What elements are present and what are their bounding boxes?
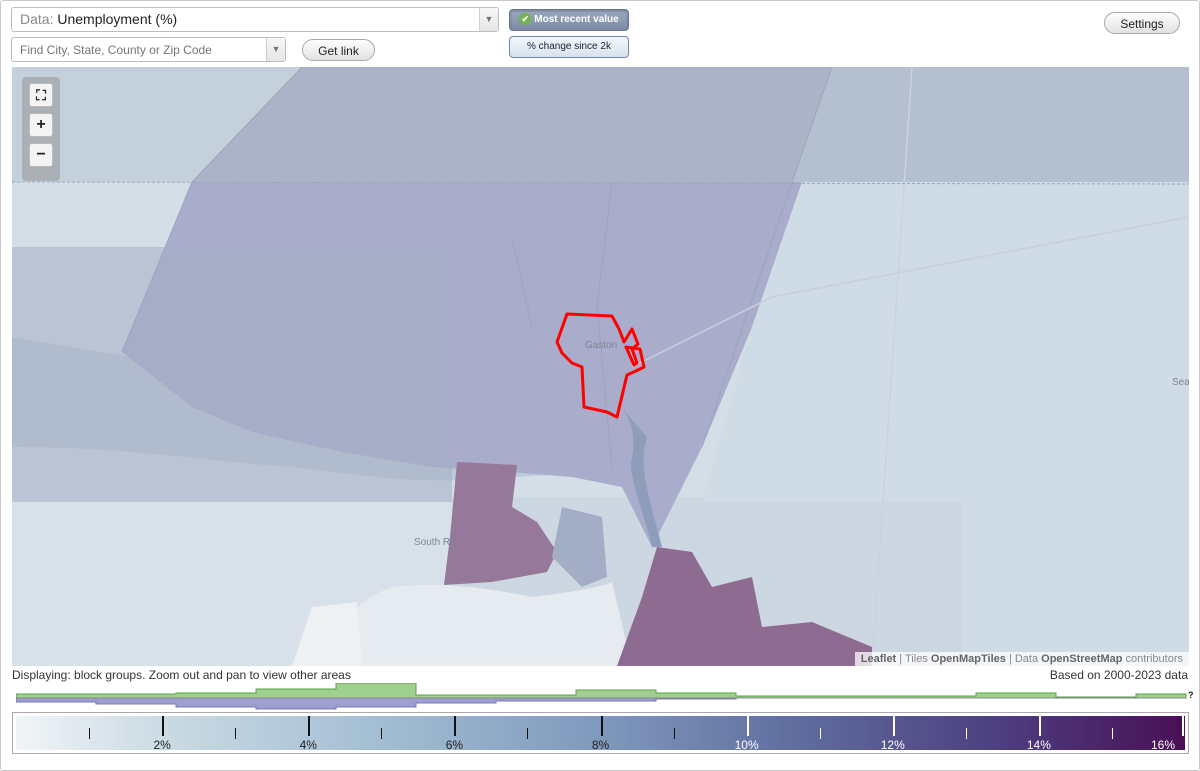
distribution-histogram [16, 683, 1187, 710]
legend-major-tick [162, 716, 165, 736]
legend-major-tick [454, 716, 457, 736]
edge-label: Sea [1172, 377, 1189, 388]
legend-gradient: 2% 4% 6% 8% 10% 12% 14% 16% [16, 716, 1185, 752]
legend-major-tick [308, 716, 311, 736]
data-range-text: Based on 2000-2023 data [1049, 668, 1188, 682]
legend-tick-label: 4% [299, 738, 317, 752]
block-group-left-box [12, 247, 452, 502]
help-icon[interactable]: ? [1188, 690, 1194, 700]
tiles-prefix: | Tiles [899, 653, 928, 665]
legend-major-tick [1038, 716, 1041, 736]
location-search[interactable]: ▼ [11, 37, 286, 62]
data-selector-prefix: Data: [20, 11, 54, 27]
openmaptiles-link[interactable]: OpenMapTiles [931, 653, 1006, 665]
percent-change-toggle[interactable]: % change since 2k [509, 36, 629, 58]
legend-minor-tick [235, 728, 237, 739]
chevron-down-icon[interactable]: ▼ [479, 8, 498, 31]
data-selector[interactable]: Data: Unemployment (%) ▼ [11, 7, 499, 32]
map-canvas[interactable]: ⛶ + − Gaston South Ro Sea Leaflet | Tile… [12, 67, 1189, 666]
histogram-local [16, 697, 737, 710]
legend-minor-tick [965, 728, 967, 739]
map-layer [12, 67, 1189, 666]
legend-minor-tick [1111, 728, 1113, 739]
legend-tick-label: 12% [880, 738, 905, 752]
checkmark-icon: ✔ [519, 13, 532, 26]
get-link-button[interactable]: Get link [302, 39, 375, 61]
legend-tick-label: 6% [445, 738, 464, 752]
openstreetmap-link[interactable]: OpenStreetMap [1041, 653, 1122, 665]
zoom-out-button[interactable]: − [29, 143, 53, 167]
histogram-state [16, 683, 1187, 699]
legend-minor-tick [89, 728, 91, 739]
legend-minor-tick [381, 728, 383, 739]
legend-major-tick [892, 716, 895, 736]
legend-major-tick [600, 716, 603, 736]
data-prefix: | Data [1008, 653, 1039, 665]
legend-tick-label: 14% [1026, 738, 1051, 752]
light-area-bottom [339, 582, 632, 666]
zoom-in-button[interactable]: + [29, 113, 53, 137]
zoom-control: ⛶ + − [22, 77, 60, 181]
settings-button[interactable]: Settings [1104, 12, 1180, 34]
legend-major-tick [1182, 716, 1184, 736]
leaflet-link[interactable]: Leaflet [861, 653, 896, 665]
legend-tick-label: 8% [591, 738, 610, 752]
block-group-north [192, 67, 832, 182]
color-legend: 2% 4% 6% 8% 10% 12% 14% 16% [12, 712, 1189, 754]
legend-minor-tick [673, 728, 675, 739]
most-recent-value-toggle[interactable]: ✔ Most recent value [509, 9, 629, 31]
city-label: Gaston [585, 340, 618, 351]
legend-tick-label: 10% [734, 738, 759, 752]
legend-minor-tick [527, 728, 529, 739]
legend-minor-tick [819, 728, 821, 739]
most-recent-value-label: Most recent value [534, 14, 619, 25]
contributors-text: contributors [1125, 653, 1183, 665]
percent-change-label: % change since 2k [527, 41, 611, 52]
data-selector-value: Unemployment (%) [57, 11, 178, 27]
legend-major-tick [746, 716, 749, 736]
search-input[interactable] [12, 38, 262, 62]
legend-tick-label: 16% [1150, 738, 1176, 752]
legend-tick-label: 2% [153, 738, 171, 752]
fullscreen-button[interactable]: ⛶ [29, 83, 53, 107]
chevron-down-icon[interactable]: ▼ [266, 38, 285, 61]
displaying-text: Displaying: block groups. Zoom out and p… [12, 668, 351, 682]
town-label: South Ro [414, 537, 456, 548]
map-attribution: Leaflet | Tiles OpenMapTiles | Data Open… [854, 652, 1189, 666]
